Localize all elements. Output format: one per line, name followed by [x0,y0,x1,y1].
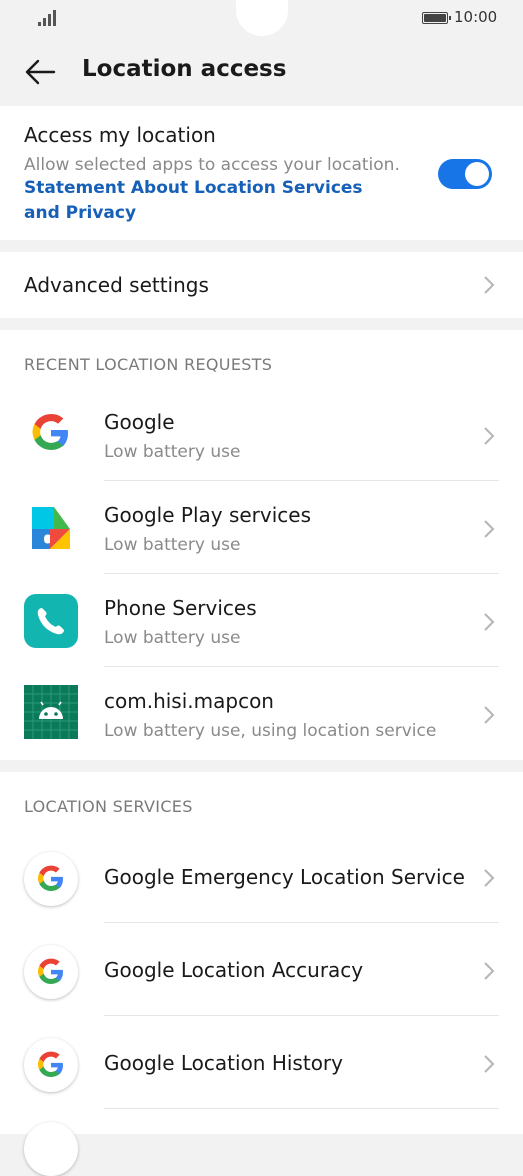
toggle-knob [465,162,489,186]
chevron-right-icon [484,520,495,538]
status-time: 10:00 [454,8,498,26]
phone-services-icon [24,594,78,648]
recent-item-phone-services[interactable]: Phone Services Low battery use [0,574,523,667]
chevron-right-icon [484,706,495,724]
advanced-settings-row[interactable]: Advanced settings [0,252,523,318]
google-play-services-icon [24,501,78,555]
service-name: Google Emergency Location Service [104,865,465,889]
recent-requests-header: RECENT LOCATION REQUESTS [24,355,273,374]
back-arrow-icon[interactable] [24,58,56,86]
chevron-right-icon [484,276,495,294]
google-g-icon [24,945,78,999]
service-name: Google Location History [104,1051,343,1075]
app-name: Google [104,410,175,434]
chevron-right-icon [484,427,495,445]
google-g-icon [24,406,78,460]
access-location-description: Allow selected apps to access your locat… [24,155,400,175]
recent-item-google[interactable]: Google Low battery use [0,388,523,481]
signal-icon [38,8,60,26]
battery-icon [422,12,451,24]
chevron-right-icon [484,869,495,887]
app-usage: Low battery use [104,535,241,555]
app-usage: Low battery use [104,442,241,462]
recent-item-mapcon[interactable]: com.hisi.mapcon Low battery use, using l… [0,667,523,760]
location-privacy-link[interactable]: Statement About Location Services and Pr… [24,176,384,226]
chevron-right-icon [484,962,495,980]
location-services-card: LOCATION SERVICES Google Emergency Locat… [0,772,523,1176]
app-name: Google Play services [104,503,312,527]
app-usage: Low battery use, using location service [104,721,437,741]
access-location-card: Access my location Allow selected apps t… [0,106,523,240]
android-icon [24,685,78,739]
service-item-emergency-location[interactable]: Google Emergency Location Service [0,830,523,923]
row-divider [104,1108,499,1109]
service-item-location-accuracy[interactable]: Google Location Accuracy [0,923,523,1016]
app-name: Phone Services [104,596,257,620]
app-header: Location access [0,38,523,106]
page-title: Location access [82,56,287,82]
google-g-icon [24,1038,78,1092]
app-usage: Low battery use [104,628,241,648]
chevron-right-icon [484,1055,495,1073]
recent-item-google-play-services[interactable]: Google Play services Low battery use [0,481,523,574]
google-g-icon [24,1122,78,1176]
google-g-icon [24,852,78,906]
app-name: com.hisi.mapcon [104,689,274,713]
camera-notch [236,0,288,36]
chevron-right-icon [484,613,495,631]
recent-requests-card: RECENT LOCATION REQUESTS Google Low batt… [0,330,523,760]
service-name: Google Location Accuracy [104,958,364,982]
access-location-title: Access my location [24,123,216,147]
access-location-toggle[interactable] [438,159,492,189]
location-services-header: LOCATION SERVICES [24,797,193,816]
advanced-settings-label: Advanced settings [24,273,209,297]
service-item-location-history[interactable]: Google Location History [0,1016,523,1109]
status-bar: 10:00 [0,0,523,38]
